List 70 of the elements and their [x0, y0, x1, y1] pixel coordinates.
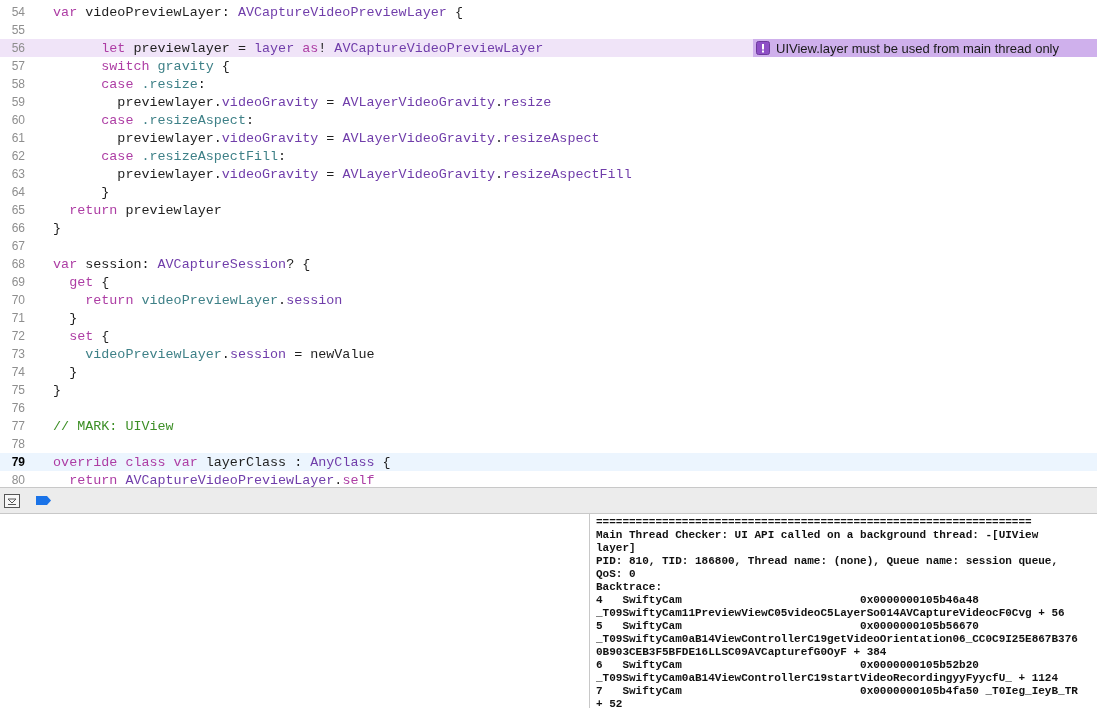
- code-line: // MARK: UIView: [52, 418, 174, 434]
- code-line: }: [100, 184, 110, 200]
- code-line: var session: AVCaptureSession? {: [52, 256, 311, 272]
- line-number: 58: [10, 77, 25, 91]
- code-line: return videoPreviewLayer.session: [84, 292, 343, 308]
- line-number: 59: [10, 95, 25, 109]
- code-line: case .resizeAspectFill:: [100, 148, 287, 164]
- line-number: 62: [10, 149, 25, 163]
- line-number: 57: [10, 59, 25, 73]
- code-line: set {: [68, 328, 110, 344]
- console-line: 7 SwiftyCam 0x0000000105b4fa50 _T0Ieg_IeyB_TR: [596, 685, 1079, 698]
- issue-annotation[interactable]: UIView.layer must be used from main thread only: [753, 39, 1097, 57]
- code-line: }: [52, 382, 62, 398]
- line-number: 61: [10, 131, 25, 145]
- code-line: override class var layerClass : AnyClass {: [52, 454, 391, 470]
- code-line: videoPreviewLayer.session = newValue: [84, 346, 375, 362]
- code-line: previewlayer.videoGravity = AVLayerVideoGravity.resizeAspectFill: [116, 166, 632, 182]
- console-line: _T09SwiftyCam11PreviewViewC05videoC5LayerSo014AVCaptureVideocF0Cvg + 56: [596, 607, 1066, 620]
- line-number: 55: [10, 23, 25, 37]
- code-line: get {: [68, 274, 110, 290]
- line-number: 78: [10, 437, 25, 451]
- code-line: }: [68, 364, 78, 380]
- code-line: case .resizeAspect:: [100, 112, 254, 128]
- code-line: case .resize:: [100, 76, 206, 92]
- issue-message: UIView.layer must be used from main thread only: [776, 40, 1059, 56]
- console-line: layer]: [596, 542, 637, 555]
- line-number: 75: [10, 383, 25, 397]
- console-line: + 52: [596, 698, 624, 708]
- line-number: 76: [10, 401, 25, 415]
- console-line: QoS: 0: [596, 568, 637, 581]
- line-number: 70: [10, 293, 25, 307]
- line-number: 68: [10, 257, 25, 271]
- code-line: switch gravity {: [100, 58, 230, 74]
- line-number: 63: [10, 167, 25, 181]
- line-number: 74: [10, 365, 25, 379]
- line-number: 54: [10, 5, 25, 19]
- line-number: 77: [10, 419, 25, 433]
- console-line: 0B903CEB3F5BFDE16LLSC09AVCapturefG0OyF + 384: [596, 646, 888, 659]
- line-number: 65: [10, 203, 25, 217]
- console-line: Backtrace:: [596, 581, 663, 594]
- line-number: 80: [10, 473, 25, 487]
- code-line: }: [68, 310, 78, 326]
- line-number: 67: [10, 239, 25, 253]
- console-line: 4 SwiftyCam 0x0000000105b46a48: [596, 594, 980, 607]
- line-number: 71: [10, 311, 25, 325]
- console-line: _T09SwiftyCam0aB14ViewControllerC19getVideoOrientation06_CC0C9I25E867B376: [596, 633, 1079, 646]
- console-line: 6 SwiftyCam 0x0000000105b52b20: [596, 659, 980, 672]
- line-number: 79: [10, 455, 25, 469]
- warning-icon: [756, 41, 770, 55]
- line-number: 69: [10, 275, 25, 289]
- console-line: ==================================================================: [596, 516, 1033, 529]
- code-line: var videoPreviewLayer: AVCaptureVideoPreviewLayer {: [52, 4, 463, 20]
- line-number: 66: [10, 221, 25, 235]
- line-number: 73: [10, 347, 25, 361]
- code-line: return AVCaptureVideoPreviewLayer.self: [68, 472, 375, 487]
- line-number: 56: [10, 41, 25, 55]
- code-line: }: [52, 220, 62, 236]
- hide-panel-icon[interactable]: [4, 493, 20, 508]
- line-number: 64: [10, 185, 25, 199]
- console-line: 5 SwiftyCam 0x0000000105b56670: [596, 620, 980, 633]
- code-line: previewlayer.videoGravity = AVLayerVideoGravity.resizeAspect: [116, 130, 600, 146]
- line-number: 60: [10, 113, 25, 127]
- code-line: return previewlayer: [68, 202, 222, 218]
- line-number: 72: [10, 329, 25, 343]
- console-line: Main Thread Checker: UI API called on a background thread: -[UIView: [596, 529, 1040, 542]
- console-line: _T09SwiftyCam0aB14ViewControllerC19startVideoRecordingyyFyycfU_ + 1124: [596, 672, 1060, 685]
- console-line: PID: 810, TID: 186800, Thread name: (none), Queue name: session queue,: [596, 555, 1060, 568]
- code-line: let previewlayer = layer as! AVCaptureVideoPreviewLayer: [100, 40, 544, 56]
- breakpoint-icon[interactable]: [36, 496, 51, 505]
- code-line: previewlayer.videoGravity = AVLayerVideoGravity.resize: [116, 94, 552, 110]
